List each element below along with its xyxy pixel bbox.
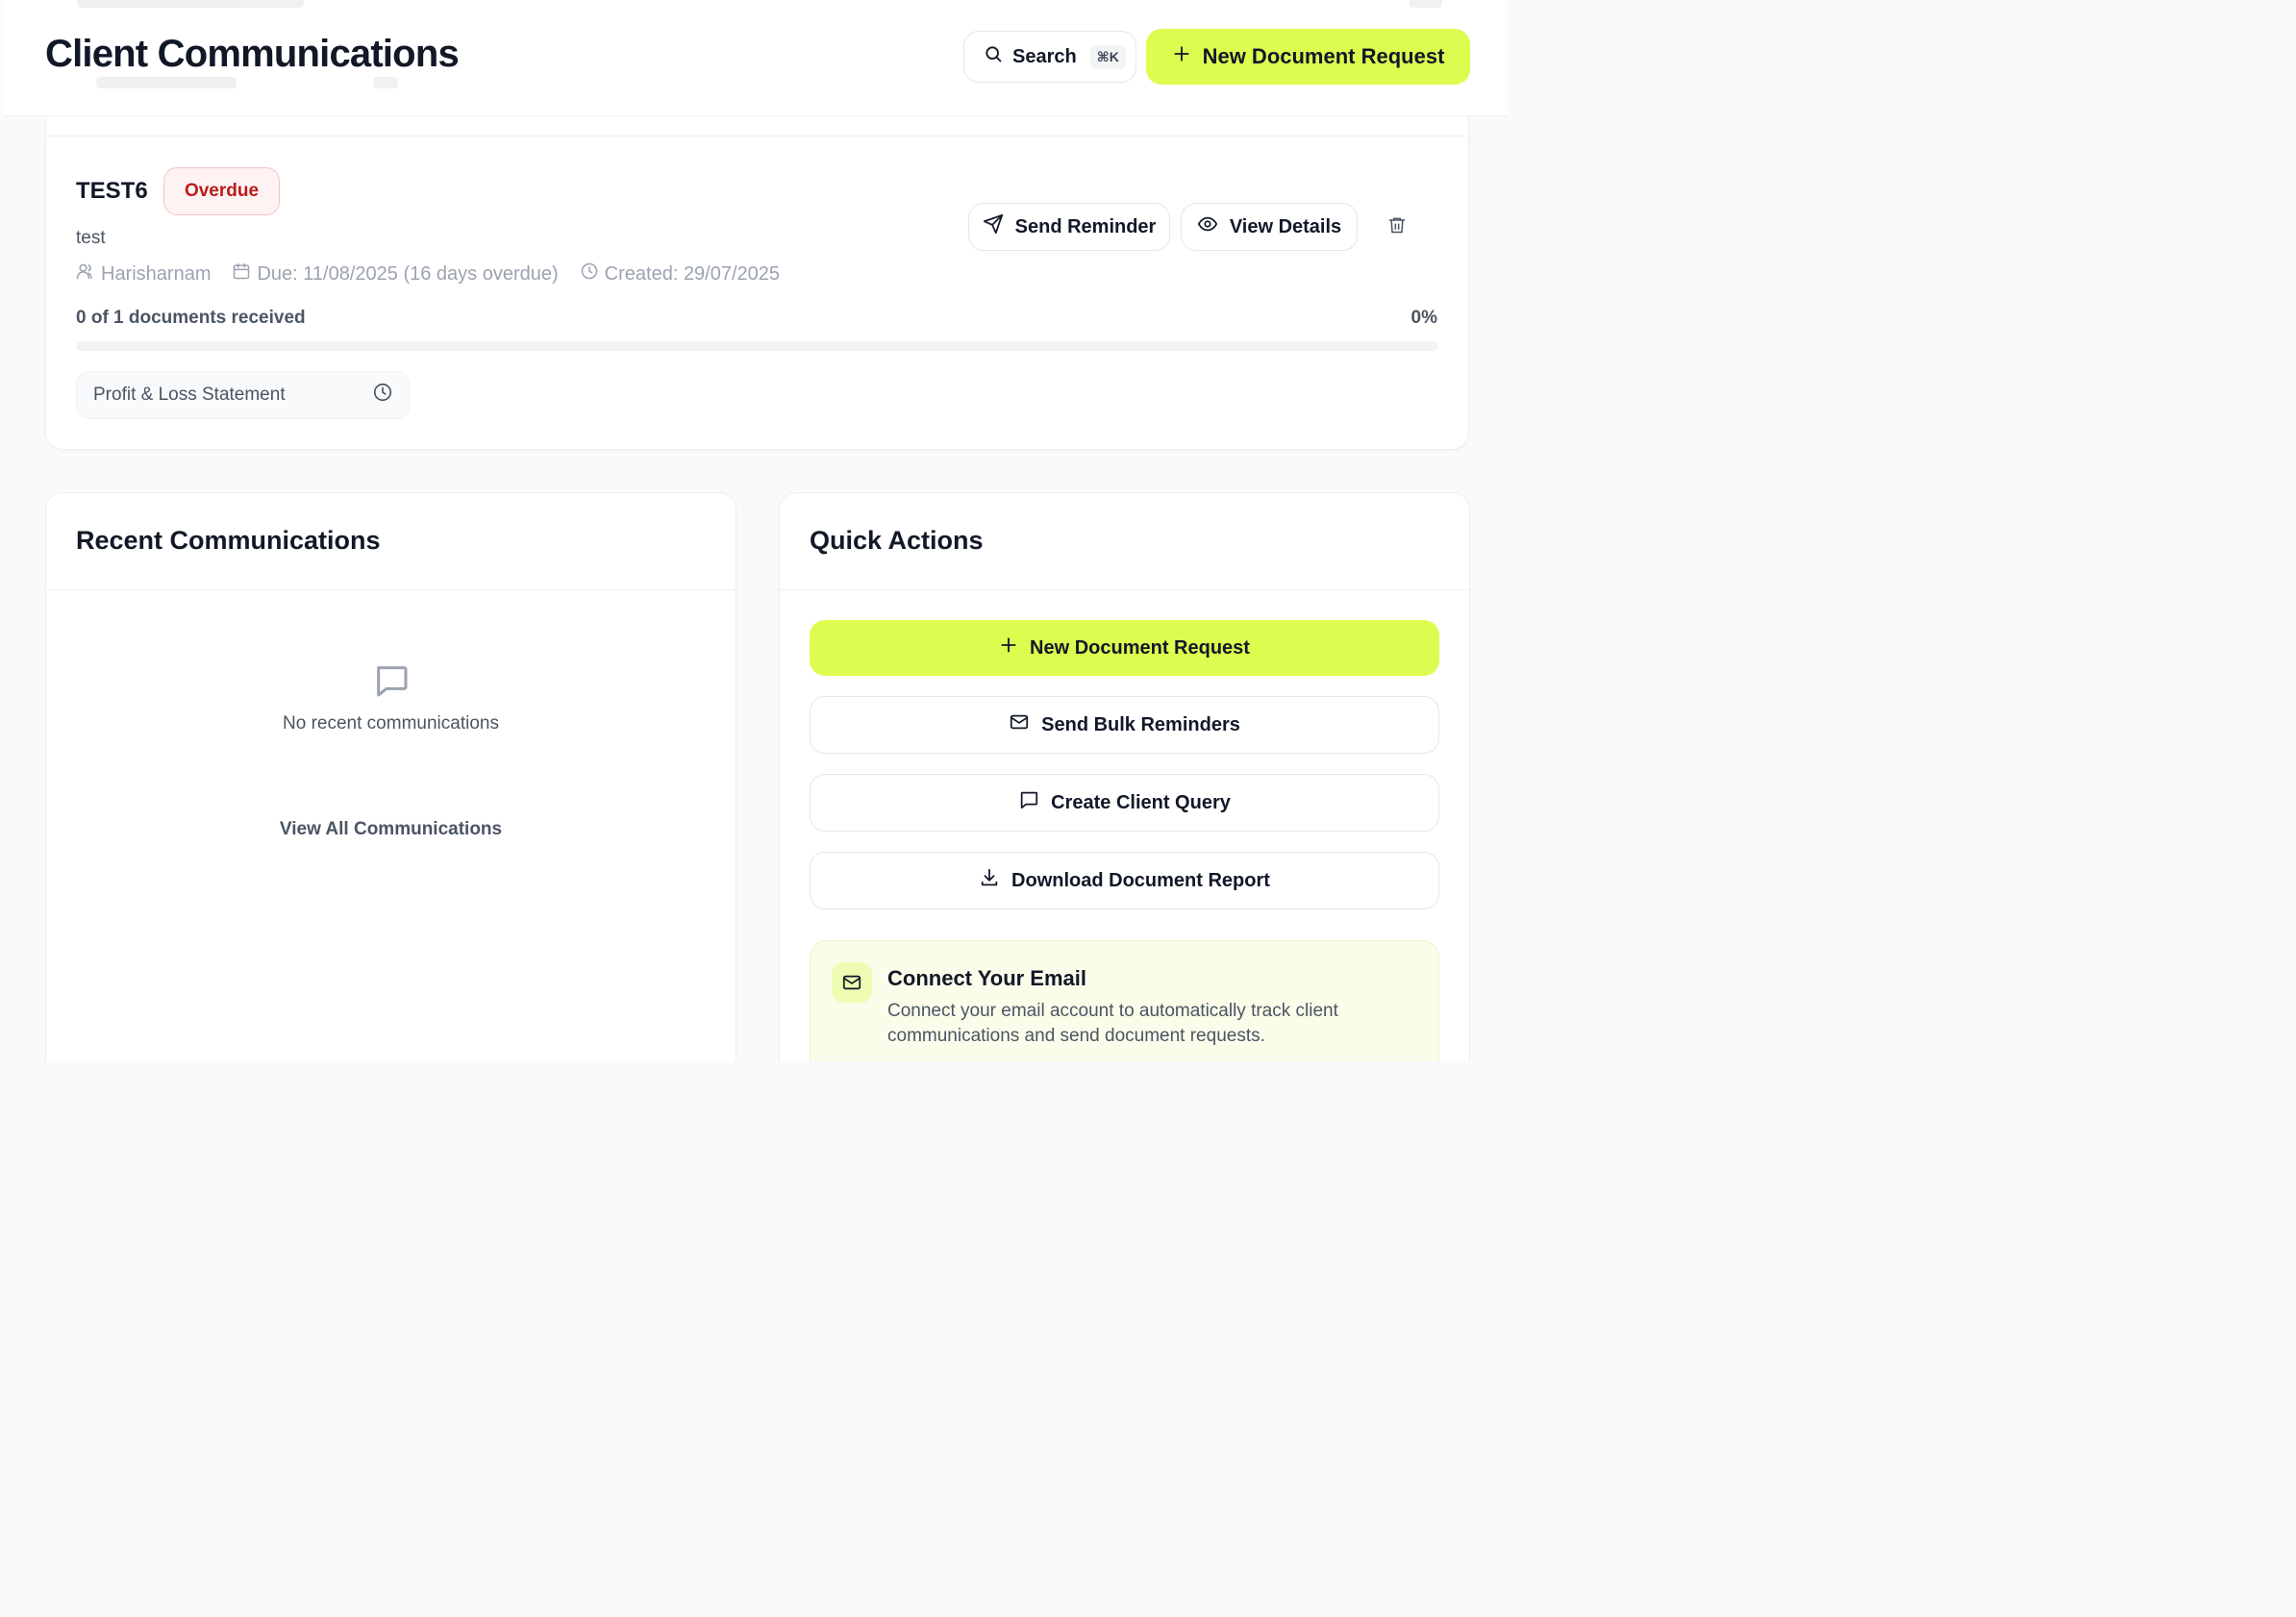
- eye-icon: [1197, 213, 1218, 240]
- document-name: Profit & Loss Statement: [93, 385, 286, 405]
- calendar-icon: [232, 261, 251, 286]
- request-name: TEST6: [76, 178, 148, 204]
- trash-icon: [1387, 215, 1407, 239]
- created-meta: Created: 29/07/2025: [580, 261, 780, 286]
- quick-actions-title: Quick Actions: [810, 526, 984, 555]
- download-document-report-label: Download Document Report: [1011, 869, 1270, 891]
- users-icon: [76, 261, 95, 286]
- download-document-report-button[interactable]: Download Document Report: [810, 852, 1439, 909]
- mail-icon: [1009, 711, 1030, 738]
- view-all-communications-link[interactable]: View All Communications: [46, 819, 736, 840]
- send-icon: [983, 213, 1004, 240]
- client-meta: Harisharnam: [76, 261, 211, 286]
- plus-icon: [999, 635, 1018, 660]
- message-icon: [1018, 789, 1039, 816]
- view-details-label: View Details: [1229, 215, 1342, 237]
- request-description: test: [76, 228, 106, 248]
- new-document-request-label: New Document Request: [1202, 44, 1445, 68]
- connect-email-card: Connect Your Email Connect your email ac…: [810, 940, 1439, 1061]
- page-title: Client Communications: [45, 33, 460, 75]
- client-name: Harisharnam: [101, 262, 212, 285]
- recent-communications-title: Recent Communications: [76, 526, 381, 555]
- document-item[interactable]: Profit & Loss Statement: [76, 371, 410, 419]
- quick-new-document-request-button[interactable]: New Document Request: [810, 620, 1439, 676]
- quick-new-document-request-label: New Document Request: [1030, 636, 1250, 659]
- send-bulk-reminders-button[interactable]: Send Bulk Reminders: [810, 696, 1439, 754]
- view-details-button[interactable]: View Details: [1181, 203, 1358, 251]
- due-meta: Due: 11/08/2025 (16 days overdue): [232, 261, 559, 286]
- progress-bar: [76, 341, 1438, 351]
- clock-icon: [580, 261, 599, 286]
- documents-received: 0 of 1 documents received: [76, 308, 306, 328]
- recent-communications-panel: Recent Communications No recent communic…: [45, 492, 736, 1061]
- progress-percent: 0%: [1410, 308, 1437, 328]
- status-badge: Overdue: [163, 167, 280, 215]
- request-meta: Harisharnam Due: 11/08/2025 (16 days ove…: [76, 261, 801, 286]
- plus-icon: [1172, 44, 1191, 69]
- page-header: Client Communications Search ⌘K New Docu…: [4, 0, 1508, 116]
- delete-request-button[interactable]: [1383, 212, 1411, 241]
- created-date: Created: 29/07/2025: [604, 262, 781, 285]
- mail-icon: [832, 962, 872, 1003]
- message-icon: [372, 661, 411, 705]
- send-bulk-reminders-label: Send Bulk Reminders: [1041, 713, 1240, 735]
- connect-email-title: Connect Your Email: [887, 966, 1087, 990]
- document-request-card: TEST6 Overdue test Harisharnam Due: 11/0…: [45, 106, 1469, 450]
- clock-icon: [372, 382, 393, 409]
- due-date: Due: 11/08/2025 (16 days overdue): [257, 262, 559, 285]
- page: Client Communications Search ⌘K New Docu…: [0, 0, 1508, 1061]
- search-button[interactable]: Search ⌘K: [963, 31, 1136, 83]
- search-label: Search: [1012, 45, 1077, 67]
- empty-state-text: No recent communications: [283, 713, 499, 734]
- create-client-query-button[interactable]: Create Client Query: [810, 774, 1439, 832]
- search-shortcut: ⌘K: [1089, 44, 1126, 69]
- panel-divider: [46, 589, 736, 590]
- connect-email-description: Connect your email account to automatica…: [887, 1001, 1338, 1046]
- send-reminder-label: Send Reminder: [1014, 215, 1157, 237]
- card-divider: [46, 136, 1468, 137]
- search-icon: [984, 44, 1003, 69]
- download-icon: [979, 867, 1000, 894]
- panel-divider: [780, 589, 1469, 590]
- new-document-request-button[interactable]: New Document Request: [1146, 29, 1470, 85]
- send-reminder-button[interactable]: Send Reminder: [968, 203, 1170, 251]
- create-client-query-label: Create Client Query: [1051, 791, 1231, 813]
- quick-actions-panel: Quick Actions New Document Request Send …: [779, 492, 1470, 1061]
